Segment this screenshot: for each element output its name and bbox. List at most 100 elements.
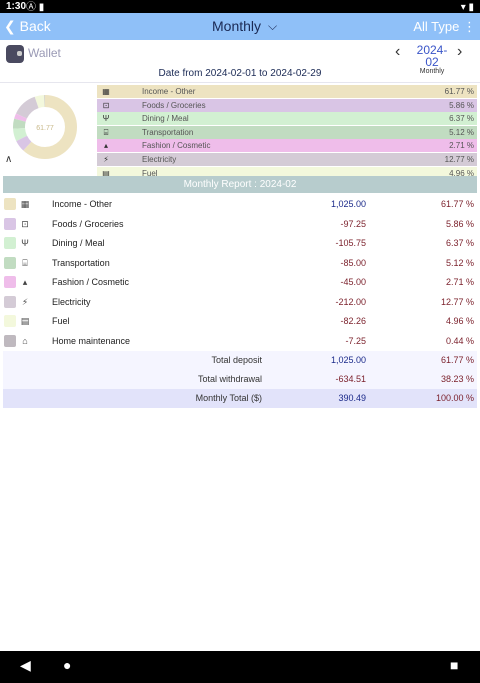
legend-item[interactable]: ⊡ Foods / Groceries 5.86 % bbox=[97, 98, 477, 112]
legend-item[interactable]: ▦ Income - Other 61.77 % bbox=[97, 85, 477, 98]
status-time: 1:30 bbox=[6, 1, 27, 12]
credit-card-icon: ▦ bbox=[102, 87, 110, 96]
chevron-left-icon: ❮ bbox=[4, 18, 16, 34]
report-title: Monthly Report : 2024-02 bbox=[3, 176, 477, 193]
prev-month-button[interactable]: ‹ bbox=[395, 43, 400, 61]
home-icon: ⌂ bbox=[22, 335, 28, 346]
shirt-icon: ▴ bbox=[22, 277, 28, 287]
row-amount: -82.26 bbox=[340, 316, 366, 326]
chevron-down-icon[interactable]: ⌵ bbox=[268, 13, 277, 40]
row-amount: -105.75 bbox=[335, 238, 366, 248]
status-bar: 1:30 Ⓐ ▮ ▾ ▮ bbox=[0, 0, 480, 13]
row-pct: 12.77 % bbox=[440, 296, 474, 307]
legend-item[interactable]: ▴ Fashion / Cosmetic 2.71 % bbox=[97, 139, 477, 153]
legend-item-label: Transportation bbox=[142, 127, 194, 137]
more-vert-icon: ⋮ bbox=[463, 19, 476, 34]
fuel-icon: ▤ bbox=[20, 316, 30, 326]
type-filter-button[interactable]: All Type ⋮ bbox=[413, 13, 476, 40]
shirt-icon: ▴ bbox=[103, 141, 108, 151]
legend-item-pct: 5.12 % bbox=[449, 127, 474, 137]
table-row[interactable]: ▴ Fashion / Cosmetic -45.00 2.71 % bbox=[3, 273, 477, 293]
total-withdrawal-amount: -634.51 bbox=[335, 374, 366, 384]
row-pct: 4.96 % bbox=[445, 316, 474, 326]
system-nav-bar: ◀ ● ■ bbox=[0, 651, 480, 683]
report-table: ▦ Income - Other 1,025.00 61.77 % ⊡ Foods / G… bbox=[3, 195, 477, 351]
legend-item[interactable]: Ψ Dining / Meal 6.37 % bbox=[97, 112, 477, 126]
next-month-button[interactable]: › bbox=[457, 43, 462, 61]
legend-item-pct: 2.71 % bbox=[449, 141, 474, 151]
total-deposit-amount: 1,025.00 bbox=[330, 355, 366, 365]
table-row[interactable]: ⌸ Transportation -85.00 5.12 % bbox=[3, 254, 477, 274]
legend-item[interactable]: ⌸ Transportation 5.12 % bbox=[97, 125, 477, 139]
plug-icon: ⚡ bbox=[21, 296, 29, 307]
recents-nav-icon[interactable]: ■ bbox=[450, 657, 458, 673]
row-category: Home maintenance bbox=[52, 335, 131, 346]
legend-list: ▦ Income - Other 61.77 % ⊡ Foods / Groceries… bbox=[97, 85, 477, 180]
table-row[interactable]: ⚡ Electricity -212.00 12.77 % bbox=[3, 293, 477, 313]
date-range: Date from 2024-02-01 to 2024-02-29 bbox=[0, 66, 480, 83]
color-swatch bbox=[4, 295, 16, 308]
period-title[interactable]: Monthly bbox=[212, 13, 261, 40]
row-category: Electricity bbox=[52, 296, 91, 307]
legend-item-label: Foods / Groceries bbox=[142, 100, 206, 110]
home-nav-icon[interactable]: ● bbox=[63, 657, 71, 673]
app-bar: ❮ Back Monthly ⌵ All Type ⋮ bbox=[0, 13, 480, 40]
legend-item[interactable]: ⚡ Electricity 12.77 % bbox=[97, 152, 477, 166]
legend-item-pct: 6.37 % bbox=[449, 114, 474, 124]
table-row[interactable]: ⊡ Foods / Groceries -97.25 5.86 % bbox=[3, 215, 477, 235]
wallet-label[interactable]: Wallet bbox=[28, 46, 61, 60]
total-withdrawal-pct: 38.23 % bbox=[440, 374, 474, 384]
table-row[interactable]: ⌂ Home maintenance -7.25 0.44 % bbox=[3, 332, 477, 352]
fork-knife-icon: Ψ bbox=[21, 238, 29, 248]
table-row[interactable]: ▦ Income - Other 1,025.00 61.77 % bbox=[3, 195, 477, 215]
credit-card-icon: ▦ bbox=[20, 199, 30, 209]
color-swatch bbox=[4, 217, 16, 230]
color-swatch bbox=[4, 276, 16, 288]
plug-icon: ⚡ bbox=[103, 154, 109, 164]
wallet-icon[interactable] bbox=[6, 45, 24, 63]
total-withdrawal-row: Total withdrawal -634.51 38.23 % bbox=[3, 370, 477, 389]
row-pct: 6.37 % bbox=[445, 238, 474, 248]
legend-item-label: Electricity bbox=[142, 154, 177, 164]
color-swatch bbox=[4, 237, 16, 249]
row-category: Foods / Groceries bbox=[52, 218, 124, 229]
legend-item-pct: 12.77 % bbox=[444, 154, 474, 164]
color-swatch bbox=[4, 198, 16, 210]
row-amount: -45.00 bbox=[340, 277, 366, 287]
monthly-total-label: Monthly Total ($) bbox=[195, 393, 262, 403]
color-swatch bbox=[4, 315, 16, 327]
row-amount: -212.00 bbox=[335, 296, 366, 307]
legend-item-label: Dining / Meal bbox=[142, 114, 189, 124]
cart-icon: ⊡ bbox=[102, 100, 110, 110]
total-withdrawal-label: Total withdrawal bbox=[197, 374, 262, 384]
row-pct: 61.77 % bbox=[440, 199, 474, 209]
monthly-total-amount: 390.49 bbox=[338, 393, 366, 403]
donut-chart[interactable]: 61.77 bbox=[12, 94, 78, 160]
back-nav-icon[interactable]: ◀ bbox=[20, 657, 31, 674]
bus-icon: ⌸ bbox=[103, 127, 109, 137]
legend-item-pct: 5.86 % bbox=[449, 100, 474, 110]
monthly-total-pct: 100.00 % bbox=[435, 393, 474, 403]
bus-icon: ⌸ bbox=[22, 257, 28, 268]
legend-item-label: Income - Other bbox=[142, 87, 196, 96]
table-row[interactable]: ▤ Fuel -82.26 4.96 % bbox=[3, 312, 477, 332]
row-amount: -85.00 bbox=[340, 257, 366, 268]
total-deposit-label: Total deposit bbox=[211, 355, 262, 365]
row-category: Income - Other bbox=[52, 199, 113, 209]
color-swatch bbox=[4, 256, 16, 269]
total-deposit-pct: 61.77 % bbox=[440, 355, 474, 365]
chevron-up-icon[interactable]: ∧ bbox=[5, 154, 12, 165]
row-category: Fuel bbox=[52, 316, 70, 326]
total-deposit-row: Total deposit 1,025.00 61.77 % bbox=[3, 351, 477, 370]
row-pct: 0.44 % bbox=[445, 335, 474, 346]
table-row[interactable]: Ψ Dining / Meal -105.75 6.37 % bbox=[3, 234, 477, 254]
row-amount: -7.25 bbox=[345, 335, 366, 346]
type-filter-label: All Type bbox=[413, 19, 460, 34]
wallet-row: Wallet ‹ 2024-02 Monthly › bbox=[0, 40, 480, 75]
legend-item-pct: 61.77 % bbox=[444, 87, 474, 96]
row-pct: 5.86 % bbox=[445, 218, 474, 229]
back-button[interactable]: ❮ Back bbox=[4, 13, 51, 40]
fork-knife-icon: Ψ bbox=[102, 114, 110, 124]
row-pct: 5.12 % bbox=[445, 257, 474, 268]
donut-center-label: 61.77 bbox=[36, 125, 54, 132]
